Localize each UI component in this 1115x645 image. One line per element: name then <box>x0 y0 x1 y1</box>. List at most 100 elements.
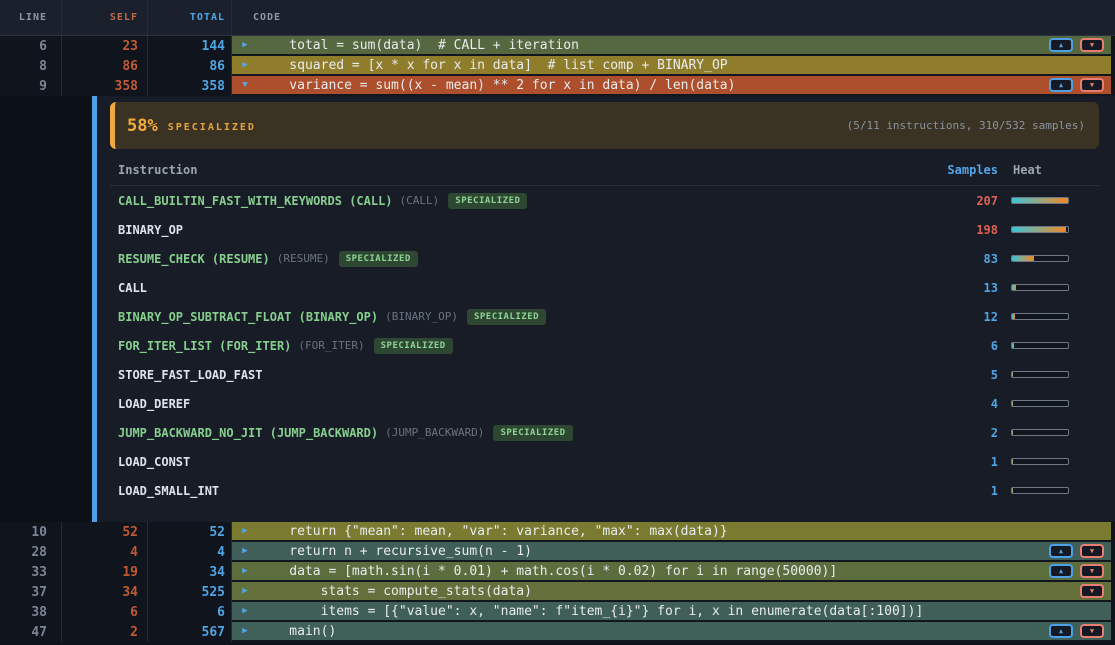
column-header-line: LINE <box>0 0 62 35</box>
self-samples-value: 2 <box>62 622 148 642</box>
nav-up-button[interactable]: ▲ <box>1049 624 1073 638</box>
code-row: 623144▶ total = sum(data) # CALL + itera… <box>0 36 1115 56</box>
line-detail-panel: 58% SPECIALIZED (5/11 instructions, 310/… <box>0 96 1115 522</box>
code-row: 105252▶ return {"mean": mean, "var": var… <box>0 522 1115 542</box>
expand-toggle-icon[interactable]: ▶ <box>232 526 258 536</box>
heat-bar-fill <box>1012 285 1016 290</box>
expand-toggle-icon[interactable]: ▶ <box>232 586 258 596</box>
heat-bar <box>1011 197 1069 204</box>
code-cell[interactable]: ▶ data = [math.sin(i * 0.01) + math.cos(… <box>232 562 1111 582</box>
instruction-column-header: Instruction <box>118 163 928 177</box>
total-samples-value: 6 <box>148 602 232 622</box>
specialization-percent: 58% <box>127 116 158 136</box>
instruction-name-group: JUMP_BACKWARD_NO_JIT (JUMP_BACKWARD) (JUM… <box>118 425 928 441</box>
code-cell[interactable]: ▶ return {"mean": mean, "var": variance,… <box>232 522 1111 542</box>
heat-bar-fill <box>1012 314 1015 319</box>
code-row: 472567▶ main()▲▼ <box>0 622 1115 642</box>
row-nav-buttons: ▼ <box>1080 584 1104 598</box>
instruction-row: LOAD_DEREF4 <box>110 389 1099 418</box>
nav-down-button[interactable]: ▼ <box>1080 544 1104 558</box>
specialized-badge: SPECIALIZED <box>467 309 546 325</box>
code-cell[interactable]: ▶ total = sum(data) # CALL + iteration ▲ ▼ <box>232 36 1111 56</box>
instruction-name-group: BINARY_OP_SUBTRACT_FLOAT (BINARY_OP)(BIN… <box>118 309 928 325</box>
code-cell[interactable]: ▶ squared = [x * x for x in data] # list… <box>232 56 1111 76</box>
samples-value: 5 <box>928 368 998 382</box>
column-header-self: SELF <box>62 0 148 35</box>
heat-bar <box>1011 255 1069 262</box>
heat-bar <box>1011 313 1069 320</box>
instruction-name: FOR_ITER_LIST (FOR_ITER) <box>118 339 291 353</box>
code-text: items = [{"value": x, "name": f"item_{i}… <box>258 604 923 619</box>
instruction-base-name: (FOR_ITER) <box>298 339 364 352</box>
code-rows-top: 623144▶ total = sum(data) # CALL + itera… <box>0 36 1115 96</box>
total-samples-value: 567 <box>148 622 232 642</box>
code-cell[interactable]: ▶ main()▲▼ <box>232 622 1111 642</box>
table-header: LINE SELF TOTAL CODE <box>0 0 1115 36</box>
heat-bar-fill <box>1012 227 1066 232</box>
heat-bar-fill <box>1012 198 1068 203</box>
code-cell[interactable]: ▼ variance = sum((x - mean) ** 2 for x i… <box>232 76 1111 96</box>
heat-bar-fill <box>1012 459 1013 464</box>
code-text: total = sum(data) # CALL + iteration <box>258 38 579 53</box>
code-row: 2844▶ return n + recursive_sum(n - 1)▲▼ <box>0 542 1115 562</box>
heat-bar <box>1011 400 1069 407</box>
heat-bar <box>1011 226 1069 233</box>
row-nav-buttons: ▲▼ <box>1049 564 1104 578</box>
expand-toggle-icon[interactable]: ▶ <box>232 626 258 636</box>
samples-column-header: Samples <box>928 163 998 177</box>
samples-value: 83 <box>928 252 998 266</box>
instruction-name: JUMP_BACKWARD_NO_JIT (JUMP_BACKWARD) <box>118 426 378 440</box>
expand-toggle-icon[interactable]: ▶ <box>232 606 258 616</box>
code-row: 3734525▶ stats = compute_stats(data)▼ <box>0 582 1115 602</box>
heat-bar <box>1011 371 1069 378</box>
line-number: 28 <box>0 542 62 562</box>
nav-up-button[interactable]: ▲ <box>1049 544 1073 558</box>
profiler-view: LINE SELF TOTAL CODE 623144▶ total = sum… <box>0 0 1115 645</box>
specialized-badge: SPECIALIZED <box>448 193 527 209</box>
line-number: 6 <box>0 36 62 56</box>
heat-bar-fill <box>1012 430 1013 435</box>
nav-down-button[interactable]: ▼ <box>1080 584 1104 598</box>
expand-toggle-icon[interactable]: ▶ <box>232 566 258 576</box>
heat-bar-fill <box>1012 256 1034 261</box>
code-row: 88686▶ squared = [x * x for x in data] #… <box>0 56 1115 76</box>
samples-value: 13 <box>928 281 998 295</box>
expand-toggle-icon[interactable]: ▼ <box>232 80 258 90</box>
nav-up-button[interactable]: ▲ <box>1049 38 1073 52</box>
code-cell[interactable]: ▶ return n + recursive_sum(n - 1)▲▼ <box>232 542 1111 562</box>
nav-up-button[interactable]: ▲ <box>1049 78 1073 92</box>
instruction-name-group: BINARY_OP <box>118 223 928 237</box>
nav-down-button[interactable]: ▼ <box>1080 564 1104 578</box>
code-cell[interactable]: ▶ items = [{"value": x, "name": f"item_{… <box>232 602 1111 622</box>
instruction-row: JUMP_BACKWARD_NO_JIT (JUMP_BACKWARD) (JUM… <box>110 418 1099 447</box>
line-number: 38 <box>0 602 62 622</box>
column-header-code: CODE <box>232 0 1115 35</box>
expand-toggle-icon[interactable]: ▶ <box>232 60 258 70</box>
instruction-base-name: (BINARY_OP) <box>385 310 458 323</box>
instruction-row: CALL 13 <box>110 273 1099 302</box>
instruction-base-name: (JUMP_BACKWARD) <box>385 426 484 439</box>
line-number: 8 <box>0 56 62 76</box>
instruction-name-group: FOR_ITER_LIST (FOR_ITER)(FOR_ITER)SPECIA… <box>118 338 928 354</box>
specialization-banner: 58% SPECIALIZED (5/11 instructions, 310/… <box>110 102 1099 149</box>
row-nav-buttons: ▲▼ <box>1049 624 1104 638</box>
code-text: variance = sum((x - mean) ** 2 for x in … <box>258 78 735 93</box>
nav-up-button[interactable]: ▲ <box>1049 564 1073 578</box>
self-samples-value: 6 <box>62 602 148 622</box>
instruction-name: CALL <box>118 281 147 295</box>
instruction-name: BINARY_OP <box>118 223 183 237</box>
nav-down-button[interactable]: ▼ <box>1080 624 1104 638</box>
nav-down-button[interactable]: ▼ <box>1080 38 1104 52</box>
expand-toggle-icon[interactable]: ▶ <box>232 40 258 50</box>
total-samples-value: 4 <box>148 542 232 562</box>
instruction-name: CALL_BUILTIN_FAST_WITH_KEYWORDS (CALL) <box>118 194 393 208</box>
instruction-name-group: CALL_BUILTIN_FAST_WITH_KEYWORDS (CALL)(C… <box>118 193 928 209</box>
total-samples-value: 34 <box>148 562 232 582</box>
instruction-name-group: LOAD_DEREF <box>118 397 928 411</box>
nav-down-button[interactable]: ▼ <box>1080 78 1104 92</box>
expand-toggle-icon[interactable]: ▶ <box>232 546 258 556</box>
code-cell[interactable]: ▶ stats = compute_stats(data)▼ <box>232 582 1111 602</box>
self-samples-value: 358 <box>62 76 148 96</box>
heat-bar-fill <box>1012 372 1013 377</box>
instruction-row: RESUME_CHECK (RESUME)(RESUME)SPECIALIZED… <box>110 244 1099 273</box>
